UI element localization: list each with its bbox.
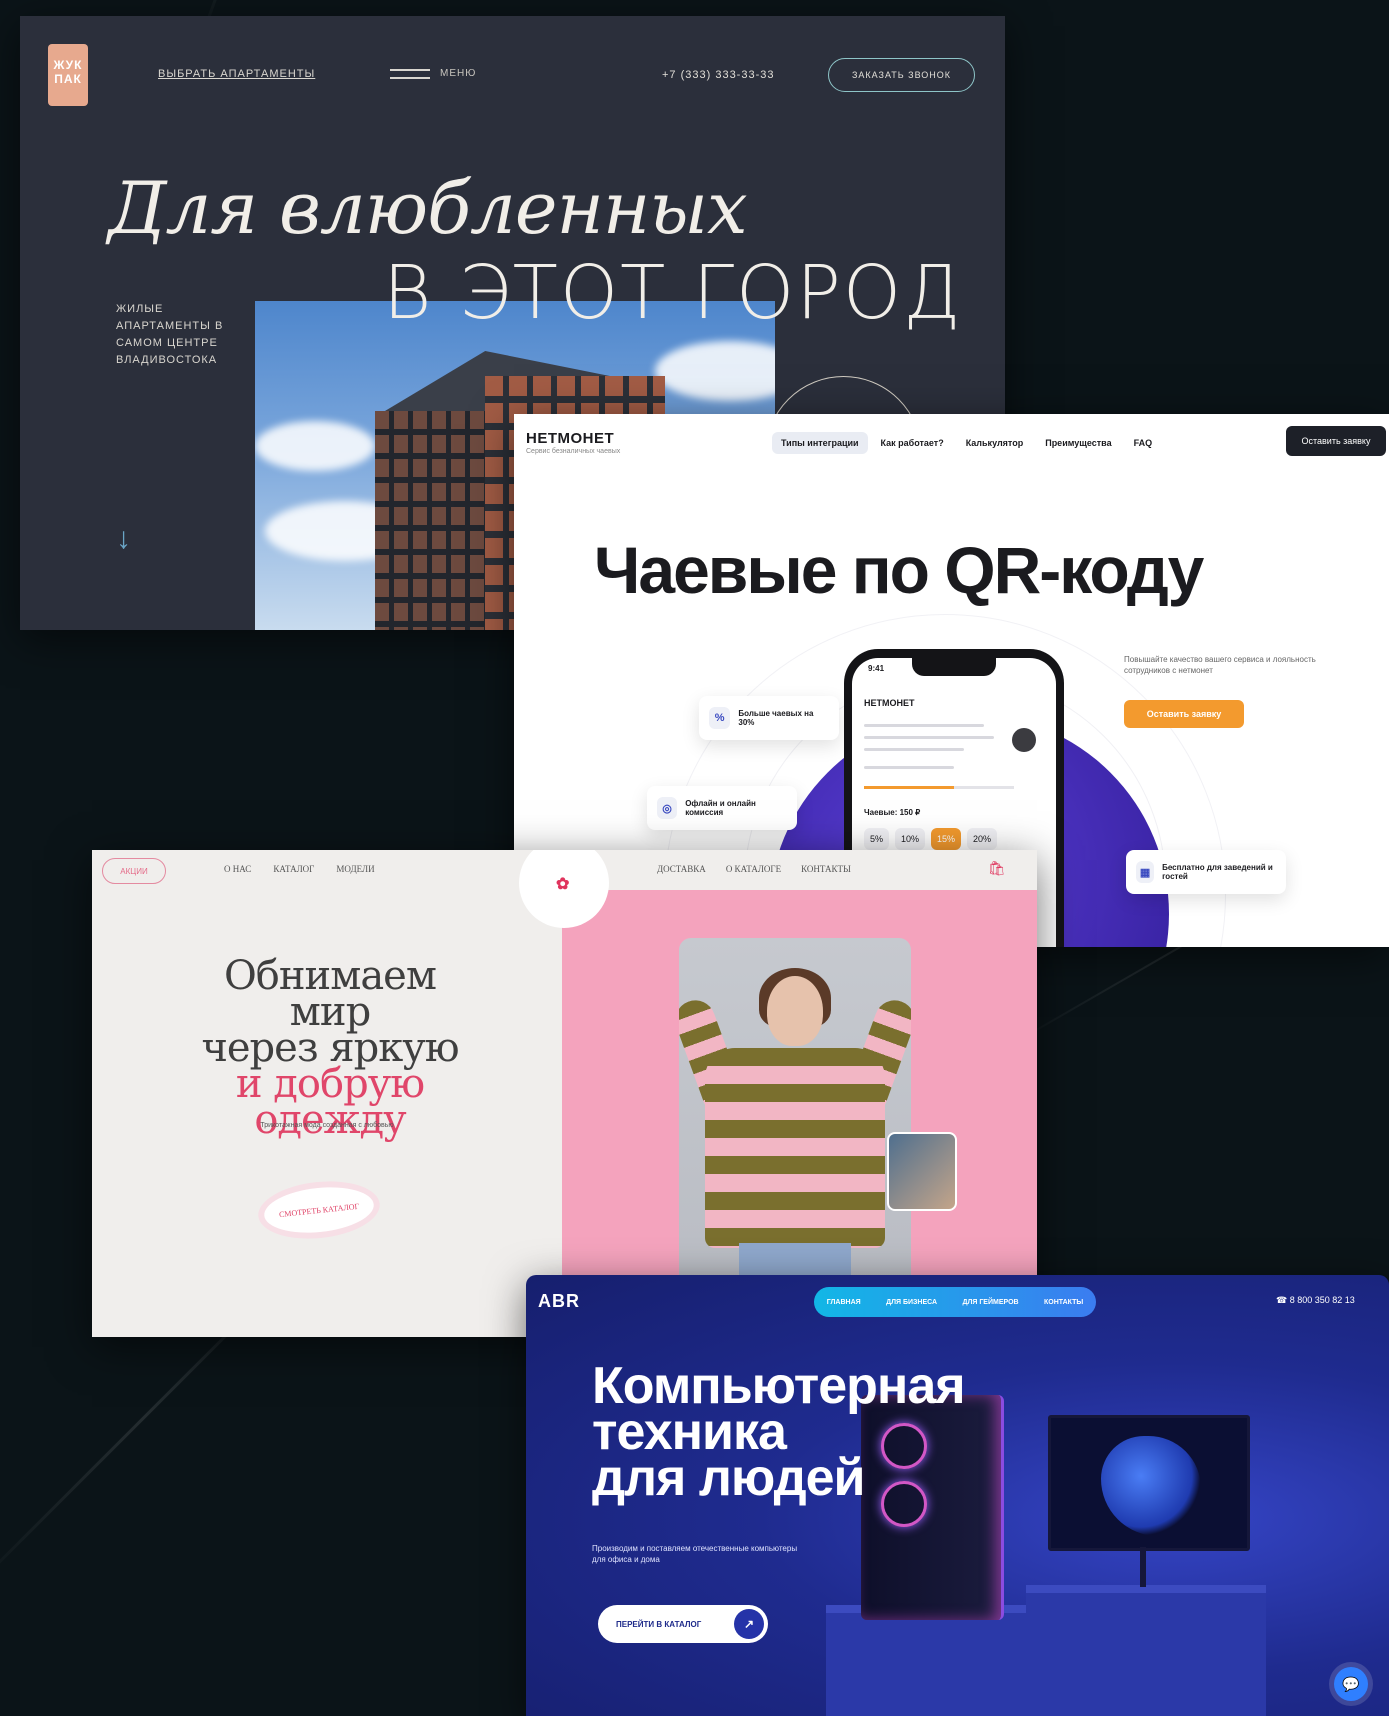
feature-chip: ◎ Офлайн и онлайн комиссия (647, 786, 797, 830)
promo-pill[interactable]: АКЦИИ (102, 858, 166, 884)
pedestal (826, 1605, 1046, 1716)
tip-option[interactable]: 10% (895, 828, 926, 850)
nav-item-calculator[interactable]: Калькулятор (957, 432, 1033, 454)
nav-item[interactable]: КОНТАКТЫ (801, 864, 851, 874)
nav-item-faq[interactable]: FAQ (1125, 432, 1162, 454)
scroll-down-icon[interactable]: ↓ (116, 522, 131, 556)
percent-icon: % (709, 707, 731, 729)
page-title: Компьютерная техника для людей (592, 1357, 966, 1507)
striped-sweater (705, 1048, 885, 1248)
monitor (1048, 1415, 1250, 1551)
leave-request-button[interactable]: Оставить заявку (1124, 700, 1244, 728)
nav-item[interactable]: КОНТАКТЫ (1044, 1299, 1083, 1306)
tip-options: 5% 10% 15% 20% (864, 828, 998, 850)
page-title: Чаевые по QR-коду (594, 533, 1204, 607)
tip-option-selected[interactable]: 15% (931, 828, 962, 850)
side-description: ЖИЛЫЕ АПАРТАМЕНТЫ В САМОМ ЦЕНТРЕ ВЛАДИВО… (116, 303, 224, 366)
hero-subtext: Трикотажная мода созданная с любовью (260, 1122, 394, 1129)
knitwear-site-card: АКЦИИ О НАС КАТАЛОГ МОДЕЛИ ДОСТАВКА О КА… (92, 850, 1037, 1337)
catalog-button[interactable]: ПЕРЕЙТИ В КАТАЛОГ ↗ (598, 1605, 768, 1643)
top-nav: Типы интеграции Как работает? Калькулято… (772, 432, 1161, 454)
nav-item[interactable]: О НАС (224, 864, 251, 874)
nav-left: О НАС КАТАЛОГ МОДЕЛИ (224, 864, 375, 874)
monitor-stand (1140, 1547, 1146, 1587)
menu-label: МЕНЮ (440, 68, 477, 79)
computers-site-card: ABR ГЛАВНАЯ ДЛЯ БИЗНЕСА ДЛЯ ГЕЙМЕРОВ КОН… (526, 1275, 1389, 1716)
nav-item[interactable]: КАТАЛОГ (273, 864, 314, 874)
catalog-button-label: ПЕРЕЙТИ В КАТАЛОГ (616, 1619, 702, 1629)
nav-item-how-it-works[interactable]: Как работает? (872, 432, 953, 454)
feature-chip: ▦ Бесплатно для заведений и гостей (1126, 850, 1286, 894)
nav-item-advantages[interactable]: Преимущества (1036, 432, 1120, 454)
hero-subtext: Производим и поставляем отечественные ко… (592, 1544, 798, 1564)
nav-right: ДОСТАВКА О КАТАЛОГЕ КОНТАКТЫ (657, 864, 851, 874)
catalog-button[interactable]: СМОТРЕТЬ КАТАЛОГ (262, 1182, 376, 1238)
headline-caps: В ЭТОТ ГОРОД (383, 250, 963, 336)
feature-chip: % Больше чаевых на 30% (699, 696, 839, 740)
page-title: Обнимаем мир через яркую и добрую одежду (201, 953, 459, 1143)
brand-subtitle: Сервис безналичных чаевых (526, 448, 621, 455)
pedestal (1026, 1585, 1266, 1716)
tip-option[interactable]: 5% (864, 828, 890, 850)
waiter-avatar (1012, 728, 1036, 752)
tip-amount: Чаевые: 150 ₽ (864, 808, 921, 817)
phone-number[interactable]: ☎ 8 800 350 82 13 (1276, 1295, 1355, 1306)
hero-description: Повышайте качество вашего сервиса и лоял… (1124, 655, 1316, 675)
thumbnail-photo[interactable] (887, 1132, 957, 1211)
brand-logo[interactable]: ABR (538, 1291, 580, 1312)
choose-apartments-link[interactable]: ВЫБРАТЬ АПАРТАМЕНТЫ (158, 68, 315, 80)
apply-button[interactable]: Оставить заявку (1286, 426, 1386, 456)
qr-icon: ▦ (1136, 861, 1155, 883)
commission-icon: ◎ (657, 797, 678, 819)
arrow-icon: ↗ (734, 1609, 764, 1639)
chat-icon[interactable]: 💬 (1334, 1667, 1368, 1701)
top-nav: ГЛАВНАЯ ДЛЯ БИЗНЕСА ДЛЯ ГЕЙМЕРОВ КОНТАКТ… (814, 1287, 1096, 1317)
nav-item[interactable]: ДЛЯ ГЕЙМЕРОВ (962, 1299, 1018, 1306)
nav-item[interactable]: ГЛАВНАЯ (827, 1299, 861, 1306)
phone-number[interactable]: +7 (333) 333-33-33 (662, 69, 774, 81)
nav-item[interactable]: МОДЕЛИ (336, 864, 374, 874)
model-photo (679, 938, 911, 1298)
hamburger-icon (390, 68, 430, 79)
tip-option[interactable]: 20% (967, 828, 998, 850)
cart-icon[interactable]: 🛍 (988, 860, 1006, 877)
site-logo[interactable]: ЖУК ПАК (48, 44, 88, 106)
nav-item[interactable]: ДЛЯ БИЗНЕСА (886, 1299, 937, 1306)
nav-item[interactable]: О КАТАЛОГЕ (726, 864, 781, 874)
brand-logo[interactable]: НЕТМОНЕТ (526, 430, 614, 447)
screen-brand: НЕТМОНЕТ (864, 698, 915, 708)
screen-time: 9:41 (868, 664, 885, 673)
nav-item-integration[interactable]: Типы интеграции (772, 432, 868, 454)
headline-italic: Для влюбленных (108, 166, 748, 250)
flower-icon: ✿ (556, 876, 570, 893)
rating-bar (864, 786, 1014, 789)
menu-button[interactable]: МЕНЮ (390, 68, 476, 79)
callback-button[interactable]: ЗАКАЗАТЬ ЗВОНОК (828, 58, 975, 92)
nav-item[interactable]: ДОСТАВКА (657, 864, 706, 874)
